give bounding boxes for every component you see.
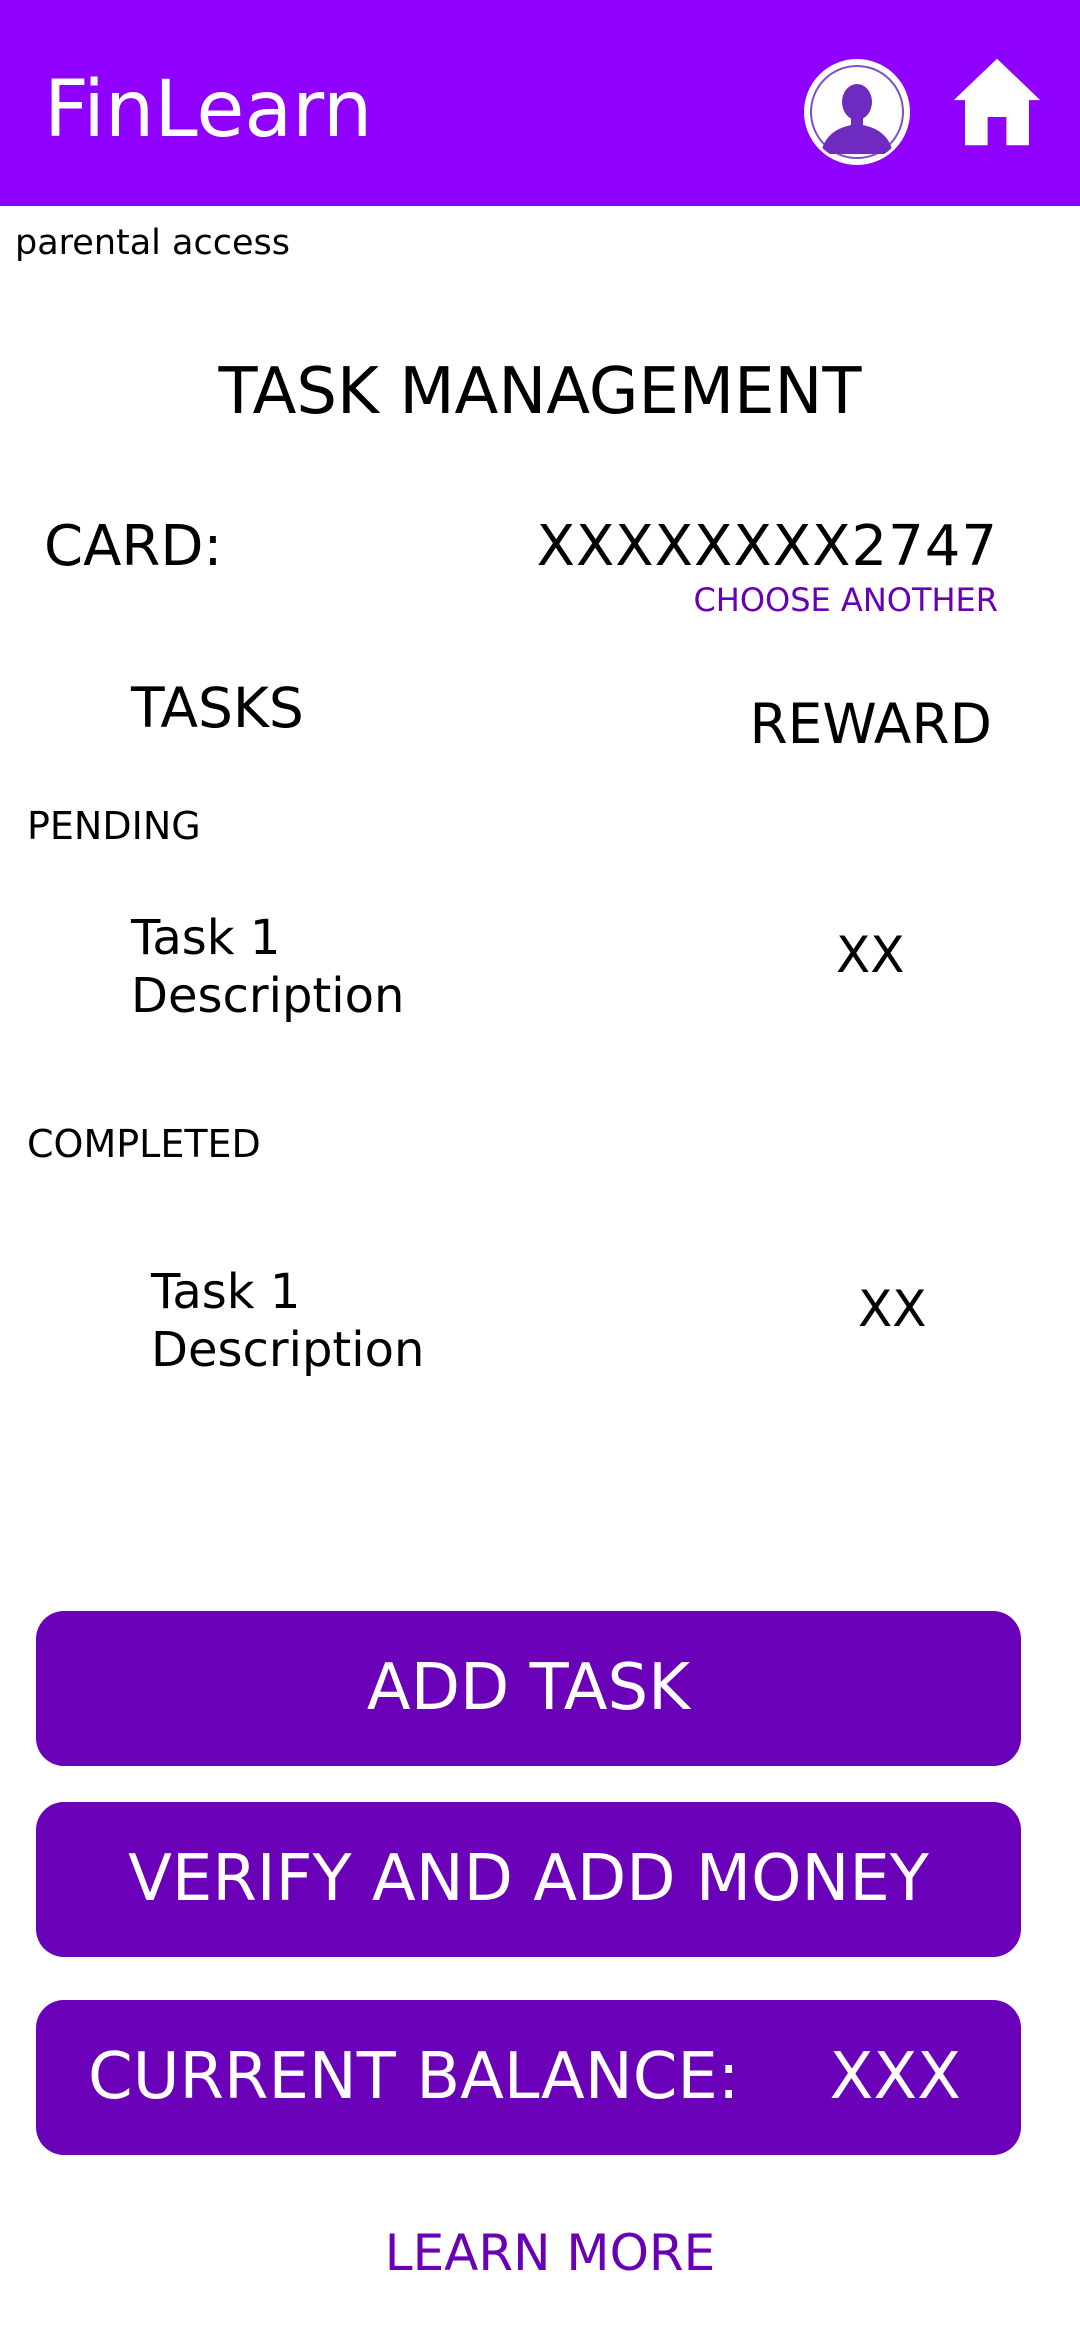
- user-avatar-icon[interactable]: [804, 59, 910, 165]
- current-balance-button[interactable]: CURRENT BALANCE: XXX: [36, 2000, 1021, 2155]
- completed-task-description[interactable]: Task 1 Description: [151, 1263, 424, 1379]
- pending-task-reward: XX: [836, 926, 905, 984]
- pending-section-label: PENDING: [27, 804, 201, 848]
- card-number: XXXXXXXX2747: [536, 514, 998, 579]
- pending-task-description[interactable]: Task 1 Description: [131, 909, 404, 1025]
- reward-column-header: REWARD: [749, 692, 992, 756]
- verify-add-money-button[interactable]: VERIFY AND ADD MONEY: [36, 1802, 1021, 1957]
- completed-section-label: COMPLETED: [27, 1122, 261, 1166]
- parental-access-label: parental access: [15, 223, 290, 263]
- tasks-column-header: TASKS: [131, 676, 304, 740]
- user-silhouette: [807, 62, 907, 162]
- choose-another-card-link[interactable]: CHOOSE ANOTHER: [693, 580, 998, 620]
- home-icon[interactable]: [950, 50, 1044, 154]
- current-balance-label: CURRENT BALANCE:: [88, 2040, 740, 2114]
- card-label: CARD:: [44, 514, 223, 579]
- house-shape: [953, 58, 1041, 146]
- page-title: TASK MANAGEMENT: [218, 355, 862, 429]
- learn-more-link[interactable]: LEARN MORE: [0, 2222, 1080, 2284]
- app-title: FinLearn: [44, 65, 373, 155]
- current-balance-value: XXX: [829, 2040, 961, 2114]
- completed-task-reward: XX: [858, 1280, 927, 1338]
- add-task-button[interactable]: ADD TASK: [36, 1611, 1021, 1766]
